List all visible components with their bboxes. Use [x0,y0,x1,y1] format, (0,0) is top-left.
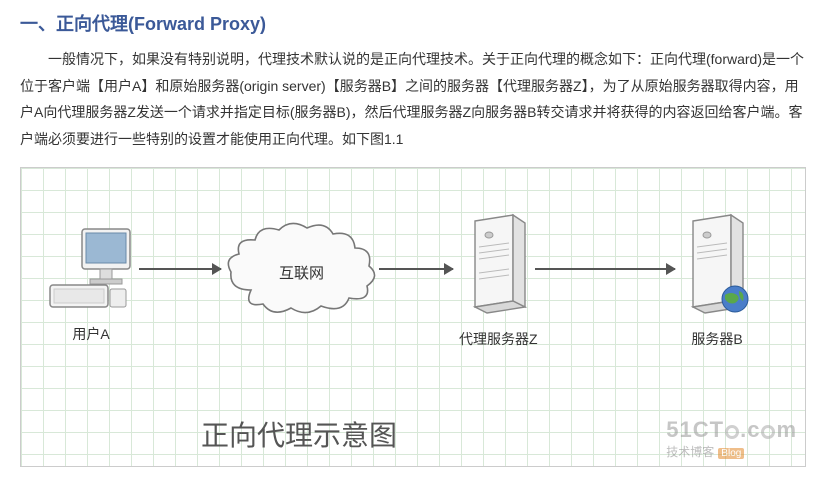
node-proxy-z-label: 代理服务器Z [459,329,538,349]
watermark-badge: Blog [718,448,744,459]
diagram-title: 正向代理示意图 [201,414,397,454]
node-server-b: 服务器B [681,213,753,349]
diagram-grid: 用户A 互联网 代理服务器Z [21,168,805,466]
cloud-label: 互联网 [279,262,324,283]
arrow-user-to-cloud [139,268,221,270]
watermark-line2: 技术博客 [666,445,714,459]
paragraph-text: 一般情况下，如果没有特别说明，代理技术默认说的是正向代理技术。关于正向代理的概念… [20,51,804,147]
server-icon [463,213,533,318]
node-user-a-label: 用户A [46,324,136,344]
node-server-b-label: 服务器B [681,329,753,349]
arrow-cloud-to-proxy [379,268,453,270]
watermark: 51CT.cm 技术博客 Blog [666,417,797,460]
node-proxy-z: 代理服务器Z [459,213,538,349]
diagram-container: 用户A 互联网 代理服务器Z [20,167,806,467]
section-heading: 一、正向代理(Forward Proxy) [0,0,826,46]
computer-icon [46,223,136,313]
watermark-logo: 51CT.cm [666,417,797,443]
node-internet: 互联网 [221,220,381,325]
section-paragraph: 一般情况下，如果没有特别说明，代理技术默认说的是正向代理技术。关于正向代理的概念… [0,46,826,162]
arrow-proxy-to-server [535,268,675,270]
node-user-a: 用户A [46,223,136,344]
server-globe-icon [681,213,753,318]
